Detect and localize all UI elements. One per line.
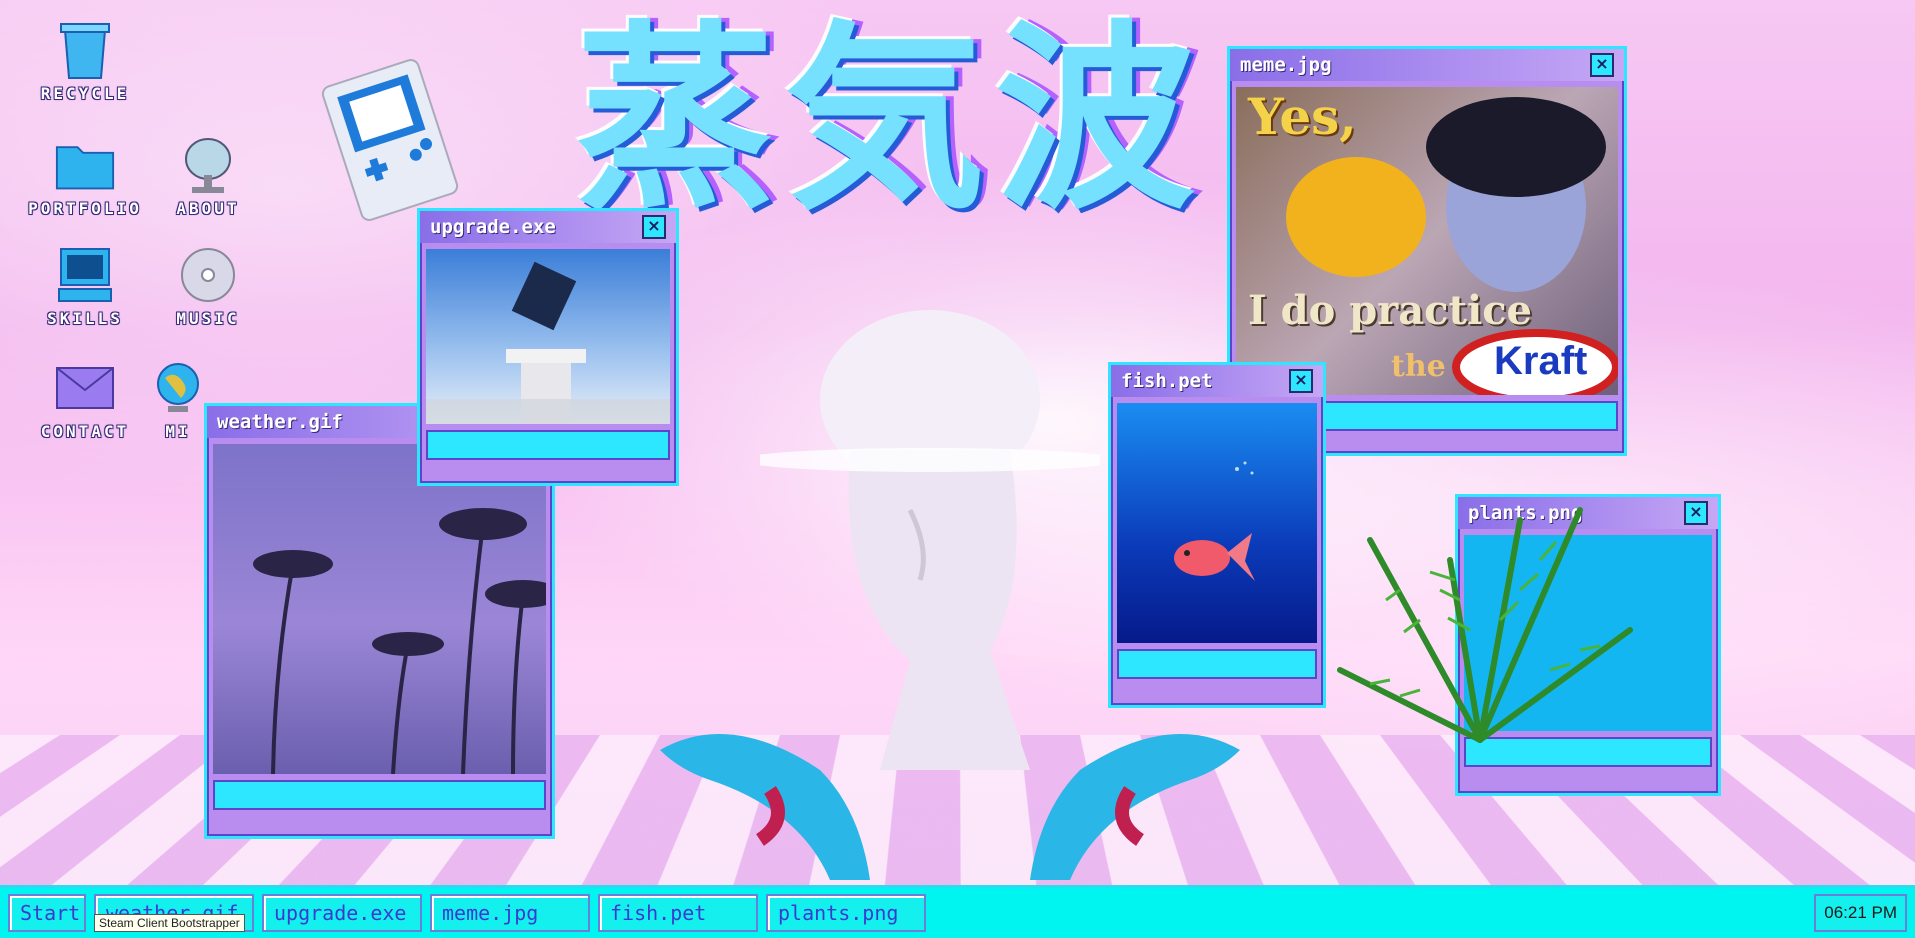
meme-text-the: the [1391,349,1446,384]
desktop-icon-label: PORTFOLIO [28,199,142,218]
desktop-icon-skills[interactable]: SKILLS [25,245,145,328]
desktop-icon-mi[interactable]: MI [148,358,208,441]
dolphin-left-image [660,734,870,880]
window-title: fish.pet [1121,370,1213,392]
taskbar-item-fish[interactable]: fish.pet [598,894,758,932]
globe-icon [148,358,208,418]
upgrade-image [426,249,670,424]
close-button[interactable]: × [1684,501,1708,525]
desktop-icon-contact[interactable]: CONTACT [25,358,145,441]
meme-text-kraft: Kraft [1494,339,1588,383]
meme-text-yes: Yes, [1248,87,1357,146]
window-titlebar[interactable]: upgrade.exe × [420,211,676,243]
meme-text-practice: I do practice [1248,287,1533,334]
weather-image [213,444,546,774]
desktop-icon-label: SKILLS [47,309,123,328]
desktop-icon-music[interactable]: MUSIC [148,245,268,328]
cd-icon [178,245,238,305]
window-title: upgrade.exe [430,216,556,238]
satellite-dish-icon [178,135,238,195]
desktop-icon-label: CONTACT [40,422,130,441]
window-statusbar [426,430,670,460]
computer-icon [55,245,115,305]
desktop-icon-label: MI [165,422,191,441]
start-button[interactable]: Start [8,894,86,932]
window-statusbar [1117,649,1317,679]
dolphin-right-image [1030,734,1240,880]
window-title: meme.jpg [1240,54,1332,76]
taskbar: Start weather.gif upgrade.exe meme.jpg f… [0,885,1915,938]
close-button[interactable]: × [1590,53,1614,77]
window-titlebar[interactable]: meme.jpg × [1230,49,1624,81]
window-upgrade[interactable]: upgrade.exe × [417,208,679,486]
recycle-bin-icon [55,20,115,80]
window-titlebar[interactable]: fish.pet × [1111,365,1323,397]
folder-icon [55,135,115,195]
close-button[interactable]: × [1289,369,1313,393]
envelope-icon [55,358,115,418]
taskbar-item-upgrade[interactable]: upgrade.exe [262,894,422,932]
tooltip: Steam Client Bootstrapper [94,914,245,932]
desktop-icon-about[interactable]: ABOUT [148,135,268,218]
desktop-icon-portfolio[interactable]: PORTFOLIO [25,135,145,218]
statue-image [760,310,1100,770]
palm-plant-image [1337,507,1633,743]
title-art: 蒸気波 [575,2,1206,237]
close-button[interactable]: × [642,215,666,239]
window-statusbar [213,780,546,810]
desktop-icon-label: RECYCLE [40,84,130,103]
desktop-icon-label: ABOUT [176,199,240,218]
desktop-icon-recycle[interactable]: RECYCLE [25,20,145,103]
fish-tank [1117,403,1317,643]
desktop-icon-label: MUSIC [176,309,240,328]
window-title: weather.gif [217,411,343,433]
taskbar-item-plants[interactable]: plants.png [766,894,926,932]
meme-image: Yes, I do practice the Kraft [1236,87,1618,395]
taskbar-clock: 06:21 PM [1814,894,1907,932]
taskbar-item-meme[interactable]: meme.jpg [430,894,590,932]
window-fish[interactable]: fish.pet × [1108,362,1326,708]
